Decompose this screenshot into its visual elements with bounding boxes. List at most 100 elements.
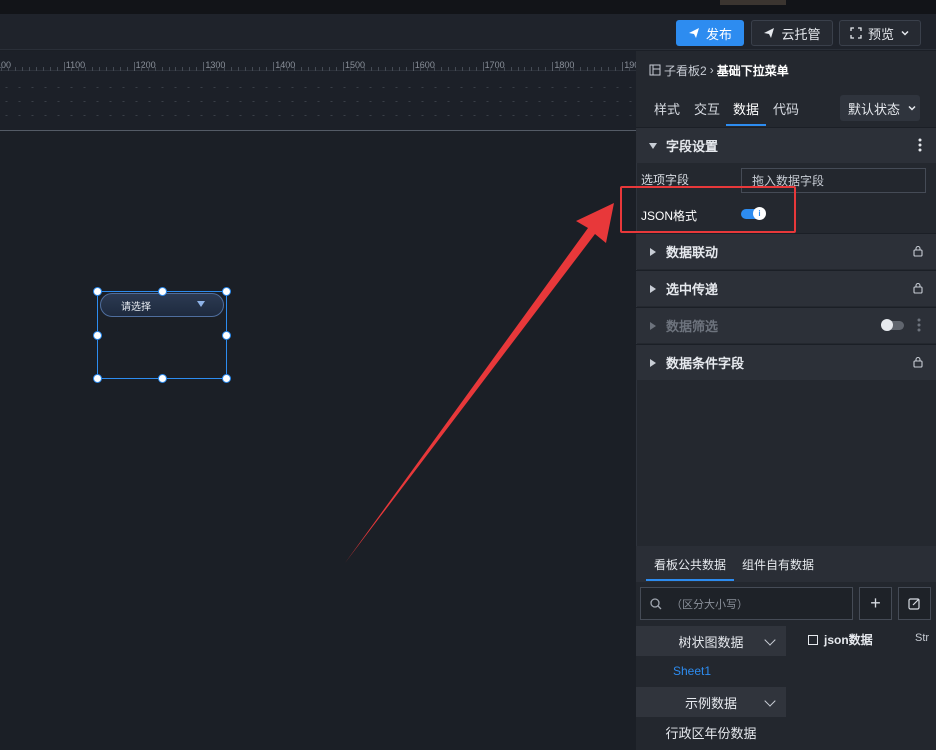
ruler-minor-tick — [147, 67, 149, 71]
ruler-minor-tick — [294, 67, 296, 71]
ruler-minor-tick — [112, 67, 114, 71]
section-title: 选中传递 — [666, 282, 719, 297]
tab-code[interactable]: 代码 — [773, 99, 799, 118]
ruler-minor-tick — [126, 67, 128, 71]
checkbox[interactable] — [808, 634, 818, 645]
ruler-minor-tick — [154, 67, 156, 71]
preview-label: 预览 — [867, 26, 894, 42]
ruler-minor-tick — [398, 67, 400, 71]
send-icon — [688, 28, 699, 38]
ruler-minor-tick — [503, 67, 505, 71]
data-source-tabs: 看板公共数据 组件自有数据 — [636, 546, 936, 582]
ruler-minor-tick — [336, 67, 338, 71]
ruler-minor-tick — [629, 67, 631, 71]
ruler-minor-tick — [566, 67, 568, 71]
ruler-minor-tick — [77, 67, 79, 71]
tab-component-data[interactable]: 组件自有数据 — [742, 556, 814, 573]
resize-handle[interactable] — [158, 287, 167, 296]
collapsed-icon — [650, 285, 656, 293]
ruler-minor-tick — [545, 67, 547, 71]
ruler-minor-tick — [489, 67, 491, 71]
resize-handle[interactable] — [222, 287, 231, 296]
more-icon[interactable] — [917, 318, 921, 332]
resize-handle[interactable] — [158, 374, 167, 383]
ruler-minor-tick — [98, 67, 100, 71]
ruler-minor-tick — [161, 67, 163, 71]
sheet-item[interactable]: Sheet1 — [673, 664, 711, 678]
tab-style[interactable]: 样式 — [654, 99, 680, 118]
ruler-minor-tick — [419, 67, 421, 71]
ruler-minor-tick — [21, 67, 23, 71]
search-icon — [650, 598, 662, 610]
ruler-minor-tick — [28, 67, 30, 71]
grid-dots — [0, 87, 636, 88]
edit-data-button[interactable] — [898, 587, 931, 620]
highlight-box — [620, 186, 796, 233]
resize-handle[interactable] — [222, 374, 231, 383]
ruler-minor-tick — [245, 67, 247, 71]
preview-button[interactable]: 预览 — [839, 20, 921, 46]
type-hint: Str — [915, 632, 930, 644]
ruler-tick-label: 1500 — [345, 60, 366, 70]
ruler-minor-tick — [224, 67, 226, 71]
json-data-item[interactable]: json数据 — [808, 631, 873, 648]
section-title: 数据联动 — [666, 245, 719, 260]
ruler-minor-tick — [517, 67, 519, 71]
section-conditional-fields[interactable]: 数据条件字段 — [636, 344, 936, 380]
section-title: 数据筛选 — [666, 319, 719, 334]
grid-dots — [0, 115, 636, 116]
ruler-minor-tick — [105, 67, 107, 71]
resize-handle[interactable] — [93, 287, 102, 296]
data-search-input[interactable]: （区分大小写） — [640, 587, 853, 620]
cloud-hosting-button[interactable]: 云托管 — [751, 20, 833, 46]
section-data-linkage[interactable]: 数据联动 — [636, 233, 936, 269]
json-item-label: json数据 — [824, 633, 873, 647]
ruler-minor-tick — [447, 67, 449, 71]
ruler-minor-tick — [510, 67, 512, 71]
add-data-button[interactable]: + — [859, 587, 892, 620]
publish-button[interactable]: 发布 — [676, 20, 744, 46]
region-year-data-item[interactable]: 行政区年份数据 — [636, 717, 786, 747]
ruler-minor-tick — [42, 67, 44, 71]
breadcrumb-parent[interactable]: 子看板2 — [664, 62, 707, 79]
ruler-minor-tick — [433, 67, 435, 71]
more-icon[interactable] — [918, 138, 922, 152]
dropdown-component[interactable]: 请选择 — [100, 293, 224, 317]
tab-data[interactable]: 数据 — [733, 99, 759, 118]
group-sample-data[interactable]: 示例数据 — [636, 687, 786, 717]
ruler-minor-tick — [196, 67, 198, 71]
ruler-minor-tick — [454, 67, 456, 71]
ruler-minor-tick — [363, 67, 365, 71]
ruler-minor-tick — [14, 67, 16, 71]
resize-handle[interactable] — [93, 374, 102, 383]
resize-handle[interactable] — [93, 331, 102, 340]
ruler-minor-tick — [349, 67, 351, 71]
ruler-minor-tick — [168, 67, 170, 71]
ruler-minor-tick — [238, 67, 240, 71]
resize-handle[interactable] — [222, 331, 231, 340]
ruler-minor-tick — [496, 67, 498, 71]
ruler-minor-tick — [384, 67, 386, 71]
chevron-down-icon — [901, 30, 909, 36]
ruler-tick-label: 1200 — [135, 60, 156, 70]
section-field-settings[interactable]: 字段设置 — [636, 127, 936, 163]
chevron-down-icon — [908, 105, 916, 111]
ruler-minor-tick — [322, 67, 324, 71]
expanded-icon — [649, 143, 657, 149]
ruler-tick — [63, 62, 65, 71]
ruler-ticks: 100110012001300140015001600170018001900 — [0, 51, 636, 71]
state-select[interactable]: 默认状态 — [840, 95, 920, 121]
group-label: 树状图数据 — [678, 634, 744, 650]
tab-public-data[interactable]: 看板公共数据 — [654, 556, 726, 573]
filter-toggle[interactable] — [881, 319, 904, 331]
section-selection-pass[interactable]: 选中传递 — [636, 270, 936, 306]
ruler-minor-tick — [266, 67, 268, 71]
tab-interaction[interactable]: 交互 — [694, 99, 720, 118]
section-data-filter[interactable]: 数据筛选 — [636, 307, 936, 343]
design-canvas[interactable] — [0, 132, 636, 750]
group-tree-data[interactable]: 树状图数据 — [636, 626, 786, 656]
collapsed-icon — [650, 359, 656, 367]
section-title: 数据条件字段 — [666, 356, 745, 371]
item-label: 行政区年份数据 — [665, 725, 757, 741]
ruler-tick-label: 1700 — [484, 60, 505, 70]
